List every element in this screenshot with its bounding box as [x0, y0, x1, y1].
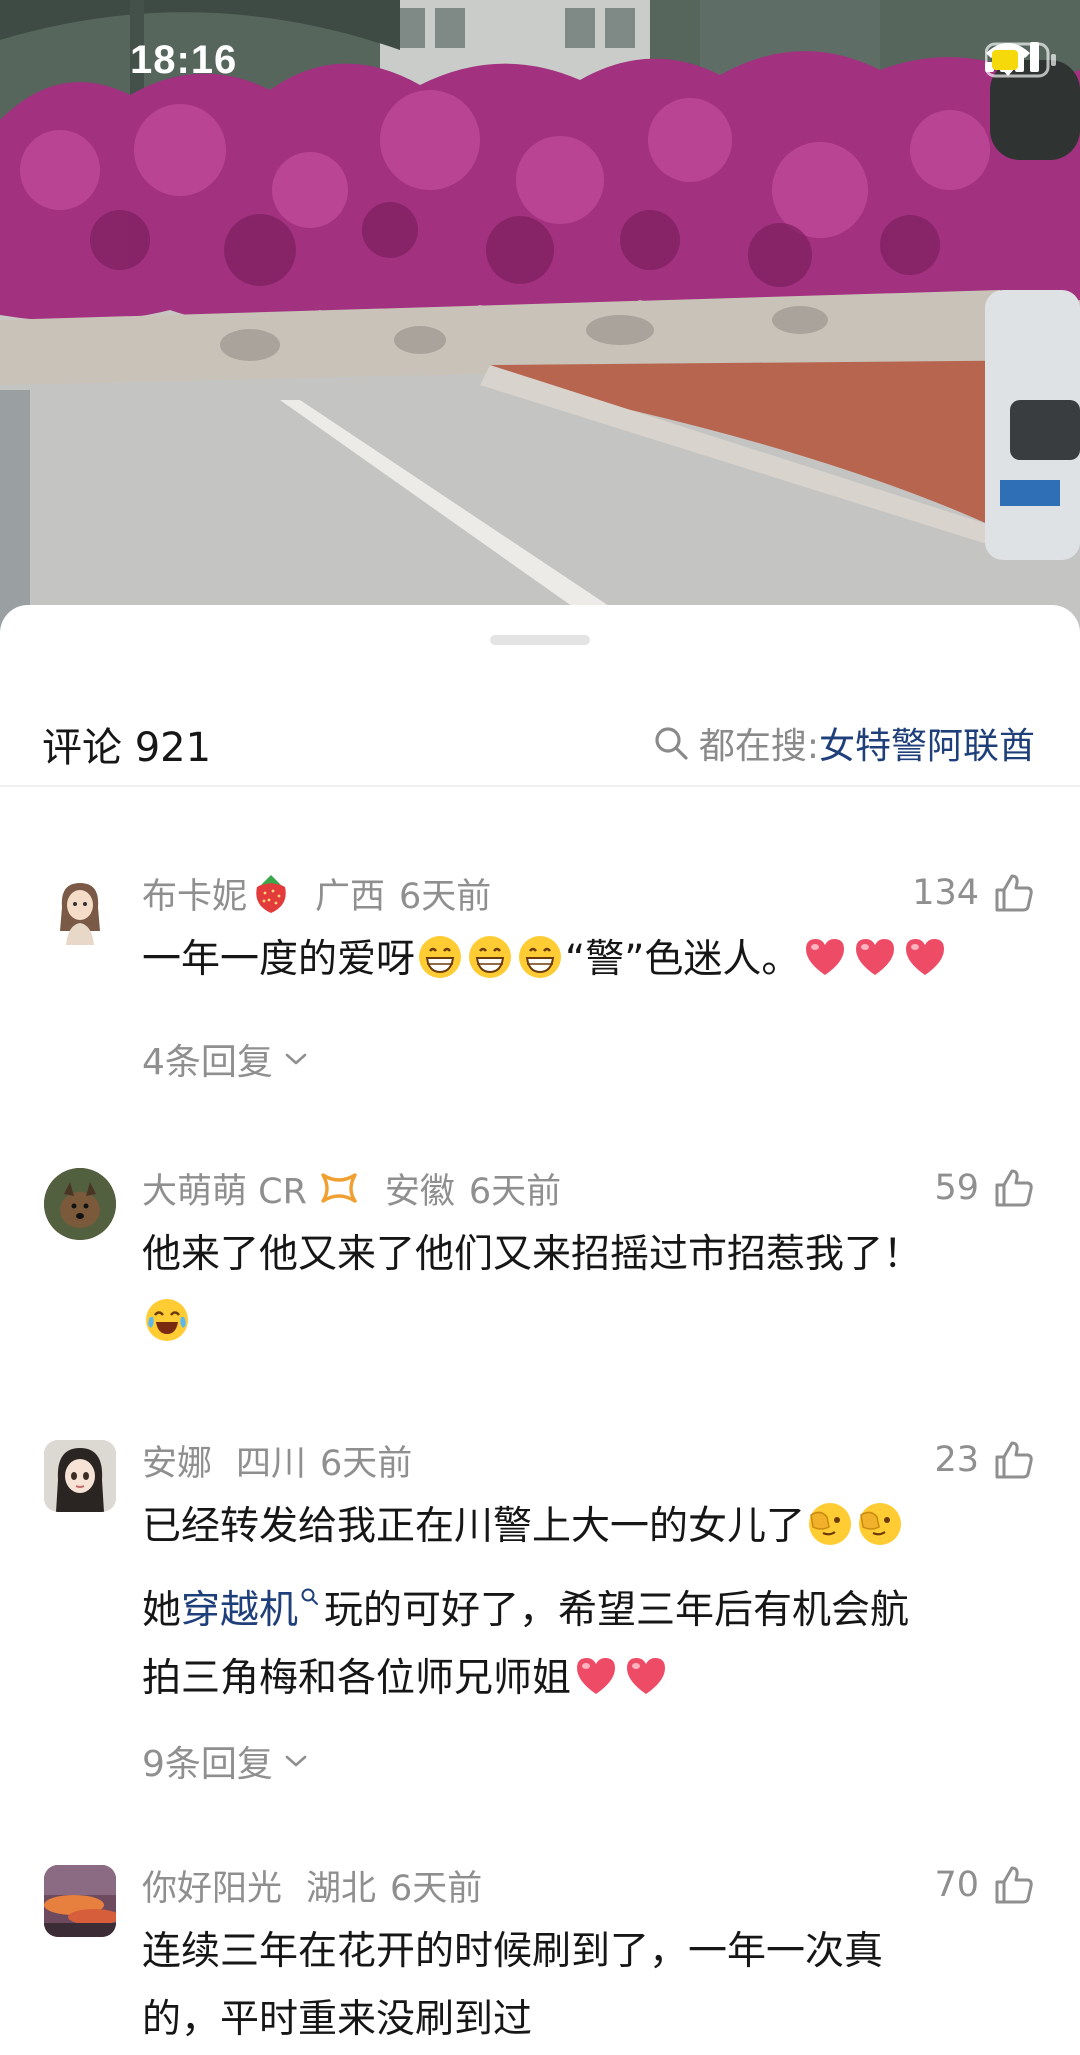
like-button[interactable]: 70: [934, 1860, 1035, 1910]
comment-text-line: 已经转发给我正在川警上大一的女儿了: [142, 1493, 1042, 1561]
like-count: 59: [934, 1168, 979, 1208]
comment-sheet: 评论 921 都在搜: 女特警阿联酋 布卡妮 广西 6天前 134 一年一度的爱…: [0, 605, 1080, 2055]
commenter-location: 湖北: [306, 1868, 377, 1909]
search-icon: [300, 1561, 320, 1629]
avatar[interactable]: [44, 1440, 116, 1512]
comment-meta: 大萌萌 CR 安徽 6天前: [142, 1163, 561, 1213]
chevron-down-icon: [285, 1053, 307, 1065]
heart-emoji-icon: [902, 934, 948, 980]
comment-text-segment: 连续三年在花开的时候刷到了，一年一次真: [142, 1929, 884, 1974]
like-count: 70: [934, 1865, 979, 1905]
comment-meta: 布卡妮 广西 6天前: [142, 868, 491, 918]
view-replies-button[interactable]: 9条回复: [142, 1735, 311, 1787]
search-keyword-link[interactable]: 穿越机: [181, 1588, 298, 1633]
comment-item: 大萌萌 CR 安徽 6天前 59 他来了他又来了他们又来招摇过市招惹我了！: [0, 1163, 1080, 1363]
heart-emoji-icon: [852, 934, 898, 980]
comment-text: 他来了他又来了他们又来招摇过市招惹我了！: [142, 1221, 1042, 1357]
grin-emoji-icon: [517, 934, 563, 980]
like-button[interactable]: 134: [912, 868, 1035, 918]
chevron-down-icon: [285, 1755, 307, 1767]
comment-text-segment: 拍三角梅和各位师兄师姐: [142, 1656, 572, 1701]
comment-text-segment: 玩的可好了，希望三年后有机会航: [324, 1588, 910, 1633]
comment-text-line: 她穿越机 玩的可好了，希望三年后有机会航: [142, 1561, 1042, 1645]
status-time: 18:16: [130, 38, 238, 82]
view-replies-button[interactable]: 4条回复: [142, 1033, 311, 1085]
commenter-location: 安徽: [384, 1171, 455, 1212]
comment-text-line: 的，平时重来没刷到过: [142, 1986, 1042, 2054]
comment-item: 布卡妮 广西 6天前 134 一年一度的爱呀 “警”色迷人。 4条回复: [0, 868, 1080, 1083]
comment-time: 6天前: [390, 1868, 483, 1909]
comment-text: 一年一度的爱呀 “警”色迷人。: [142, 926, 1042, 994]
comment-text-segment: “警”色迷人。: [565, 937, 801, 982]
comment-text-line: 连续三年在花开的时候刷到了，一年一次真: [142, 1918, 1042, 1986]
comment-text-segment: 已经转发给我正在川警上大一的女儿了: [142, 1504, 806, 1549]
comment-text-line: 拍三角梅和各位师兄师姐: [142, 1645, 1042, 1713]
commenter-name[interactable]: 安娜: [142, 1435, 212, 1486]
comment-text-line: [142, 1289, 1042, 1357]
comment-count-title: 评论 921: [42, 725, 212, 771]
comment-item: 安娜 四川 6天前 23 已经转发给我正在川警上大一的女儿了 她穿越机 玩的可好了，…: [0, 1435, 1080, 1785]
commenter-name[interactable]: 你好阳光: [142, 1860, 282, 1911]
peek-emoji-icon: [807, 1501, 853, 1547]
comment-text-line: 一年一度的爱呀 “警”色迷人。: [142, 926, 1042, 994]
commenter-name[interactable]: 大萌萌 CR: [142, 1163, 307, 1214]
header-divider: [0, 785, 1080, 787]
battery-icon: [985, 42, 1056, 78]
comment-text-segment: 的，平时重来没刷到过: [142, 1997, 533, 2042]
comment-text-segment: 他来了他又来了他们又来招摇过市招惹我了！: [142, 1232, 923, 1277]
thumbs-up-icon: [995, 1169, 1033, 1207]
commenter-name[interactable]: 布卡妮: [142, 868, 247, 919]
like-count: 23: [934, 1440, 979, 1480]
comment-text-segment: 一年一度的爱呀: [142, 937, 416, 982]
hot-search-label: 都在搜:: [698, 726, 819, 767]
bougainvillea-street-image: [0, 0, 1080, 640]
like-button[interactable]: 23: [934, 1435, 1035, 1485]
commenter-location: 四川: [236, 1443, 307, 1484]
comment-time: 6天前: [320, 1443, 413, 1484]
replies-count: 4条回复: [142, 1042, 273, 1083]
ribbon-icon: [321, 1173, 357, 1203]
search-icon: [655, 727, 688, 760]
comment-item: 你好阳光 湖北 6天前 70 连续三年在花开的时候刷到了，一年一次真 的，平时重来…: [0, 1860, 1080, 2050]
hot-search-link[interactable]: 都在搜: 女特警阿联酋: [653, 717, 1035, 769]
thumbs-up-icon: [995, 874, 1033, 912]
comment-header: 评论 921 都在搜: 女特警阿联酋: [0, 705, 1080, 780]
comment-meta: 你好阳光 湖北 6天前: [142, 1860, 482, 1910]
peek-emoji-icon: [857, 1501, 903, 1547]
drag-handle[interactable]: [490, 635, 590, 645]
post-photo[interactable]: 18:16: [0, 0, 1080, 640]
thumbs-up-icon: [995, 1866, 1033, 1904]
comment-time: 6天前: [399, 876, 492, 917]
comment-text-line: 他来了他又来了他们又来招摇过市招惹我了！: [142, 1221, 1042, 1289]
commenter-location: 广西: [315, 876, 386, 917]
comment-text: 连续三年在花开的时候刷到了，一年一次真 的，平时重来没刷到过: [142, 1918, 1042, 2054]
avatar[interactable]: [44, 1168, 116, 1240]
thumbs-up-icon: [995, 1441, 1033, 1479]
like-count: 134: [912, 873, 979, 913]
avatar[interactable]: [44, 1865, 116, 1937]
comment-text: 已经转发给我正在川警上大一的女儿了 她穿越机 玩的可好了，希望三年后有机会航 拍三角梅…: [142, 1493, 1042, 1713]
strawberry-icon: [256, 875, 286, 913]
hot-search-term[interactable]: 女特警阿联酋: [819, 717, 1035, 769]
grin-emoji-icon: [467, 934, 513, 980]
comment-meta: 安娜 四川 6天前: [142, 1435, 412, 1485]
grin-emoji-icon: [417, 934, 463, 980]
heart-emoji-icon: [573, 1653, 619, 1699]
comment-text-segment: 她: [142, 1588, 182, 1633]
comment-time: 6天前: [468, 1171, 562, 1212]
replies-count: 9条回复: [142, 1744, 273, 1785]
heart-emoji-icon: [623, 1653, 669, 1699]
like-button[interactable]: 59: [934, 1163, 1035, 1213]
heart-emoji-icon: [802, 934, 848, 980]
avatar[interactable]: [44, 873, 116, 945]
laugh-cry-emoji-icon: [144, 1297, 190, 1343]
